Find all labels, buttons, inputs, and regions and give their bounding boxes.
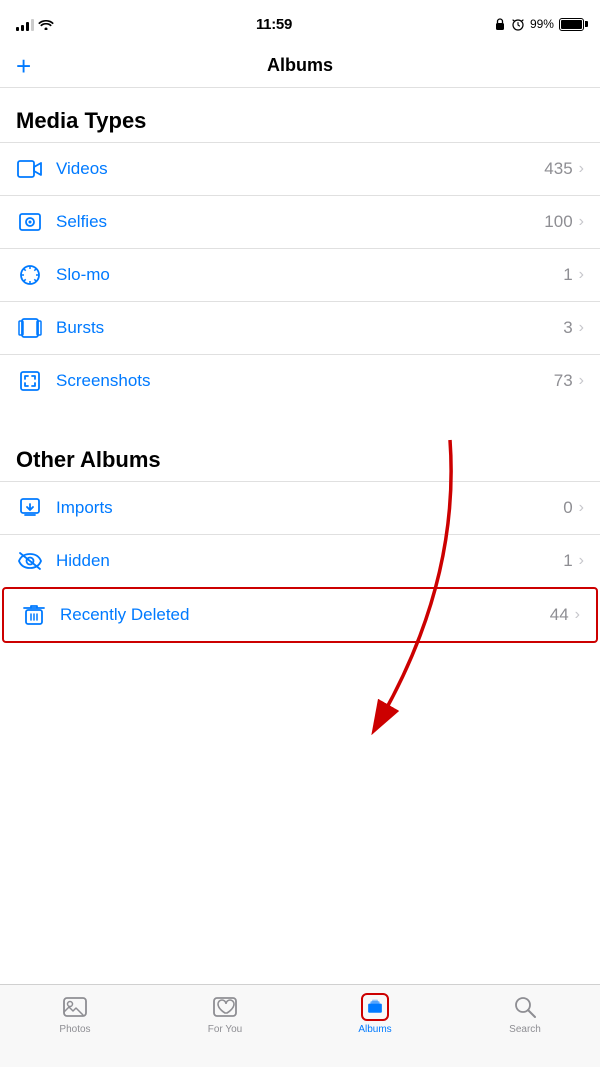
slomo-count: 1 xyxy=(563,265,572,285)
imports-icon xyxy=(16,494,44,522)
albums-tab-icon xyxy=(361,993,389,1021)
status-time: 11:59 xyxy=(256,16,292,33)
slomo-label: Slo-mo xyxy=(56,265,563,285)
list-item[interactable]: Bursts 3 › xyxy=(0,301,600,354)
chevron-icon: › xyxy=(579,213,584,231)
screenshot-icon xyxy=(16,367,44,395)
list-item[interactable]: Hidden 1 › xyxy=(0,534,600,587)
tab-bar: Photos For You Albums Sear xyxy=(0,984,600,1067)
alarm-icon xyxy=(511,17,525,31)
selfies-count: 100 xyxy=(544,212,572,232)
videos-count: 435 xyxy=(544,159,572,179)
hidden-count: 1 xyxy=(563,551,572,571)
media-types-title: Media Types xyxy=(16,108,146,133)
content-area: Media Types Videos 435 › Selfies 100 › xyxy=(0,88,600,733)
media-types-section-header: Media Types xyxy=(0,88,600,142)
list-item[interactable]: Imports 0 › xyxy=(0,481,600,534)
recently-deleted-count: 44 xyxy=(550,605,569,625)
bursts-label: Bursts xyxy=(56,318,563,338)
video-icon xyxy=(16,155,44,183)
signal-bars xyxy=(16,17,34,31)
photos-tab-label: Photos xyxy=(59,1024,90,1035)
other-albums-title: Other Albums xyxy=(16,447,161,472)
search-tab-label: Search xyxy=(509,1024,541,1035)
videos-label: Videos xyxy=(56,159,544,179)
recently-deleted-label: Recently Deleted xyxy=(60,605,550,625)
imports-count: 0 xyxy=(563,498,572,518)
imports-label: Imports xyxy=(56,498,563,518)
photos-tab-icon xyxy=(61,993,89,1021)
page-title: Albums xyxy=(267,55,333,76)
status-bar: 11:59 99% xyxy=(0,0,600,44)
list-item[interactable]: Selfies 100 › xyxy=(0,195,600,248)
search-tab-icon xyxy=(511,993,539,1021)
list-item[interactable]: Slo-mo 1 › xyxy=(0,248,600,301)
chevron-icon: › xyxy=(579,552,584,570)
slomo-icon xyxy=(16,261,44,289)
chevron-icon: › xyxy=(575,606,580,624)
tab-albums[interactable]: Albums xyxy=(300,993,450,1035)
nav-header: + Albums xyxy=(0,44,600,88)
screenshots-label: Screenshots xyxy=(56,371,554,391)
bursts-icon xyxy=(16,314,44,342)
screenshots-count: 73 xyxy=(554,371,573,391)
other-albums-section-header: Other Albums xyxy=(0,427,600,481)
tab-search[interactable]: Search xyxy=(450,993,600,1035)
chevron-icon: › xyxy=(579,160,584,178)
list-item[interactable]: Screenshots 73 › xyxy=(0,354,600,407)
tab-for-you[interactable]: For You xyxy=(150,993,300,1035)
chevron-icon: › xyxy=(579,499,584,517)
hidden-label: Hidden xyxy=(56,551,563,571)
for-you-tab-icon xyxy=(211,993,239,1021)
battery-icon xyxy=(559,18,584,31)
hidden-icon xyxy=(16,547,44,575)
trash-icon xyxy=(20,601,48,629)
list-item[interactable]: Videos 435 › xyxy=(0,142,600,195)
status-left xyxy=(16,17,54,31)
recently-deleted-item[interactable]: Recently Deleted 44 › xyxy=(2,587,598,643)
chevron-icon: › xyxy=(579,372,584,390)
wifi-icon xyxy=(38,18,54,30)
status-right: 99% xyxy=(494,17,584,31)
albums-tab-label: Albums xyxy=(358,1024,391,1035)
chevron-icon: › xyxy=(579,266,584,284)
chevron-icon: › xyxy=(579,319,584,337)
tab-photos[interactable]: Photos xyxy=(0,993,150,1035)
add-album-button[interactable]: + xyxy=(16,53,31,79)
selfie-icon xyxy=(16,208,44,236)
lock-icon xyxy=(494,17,506,31)
bursts-count: 3 xyxy=(563,318,572,338)
selfies-label: Selfies xyxy=(56,212,544,232)
for-you-tab-label: For You xyxy=(208,1024,242,1035)
battery-percent: 99% xyxy=(530,17,554,31)
